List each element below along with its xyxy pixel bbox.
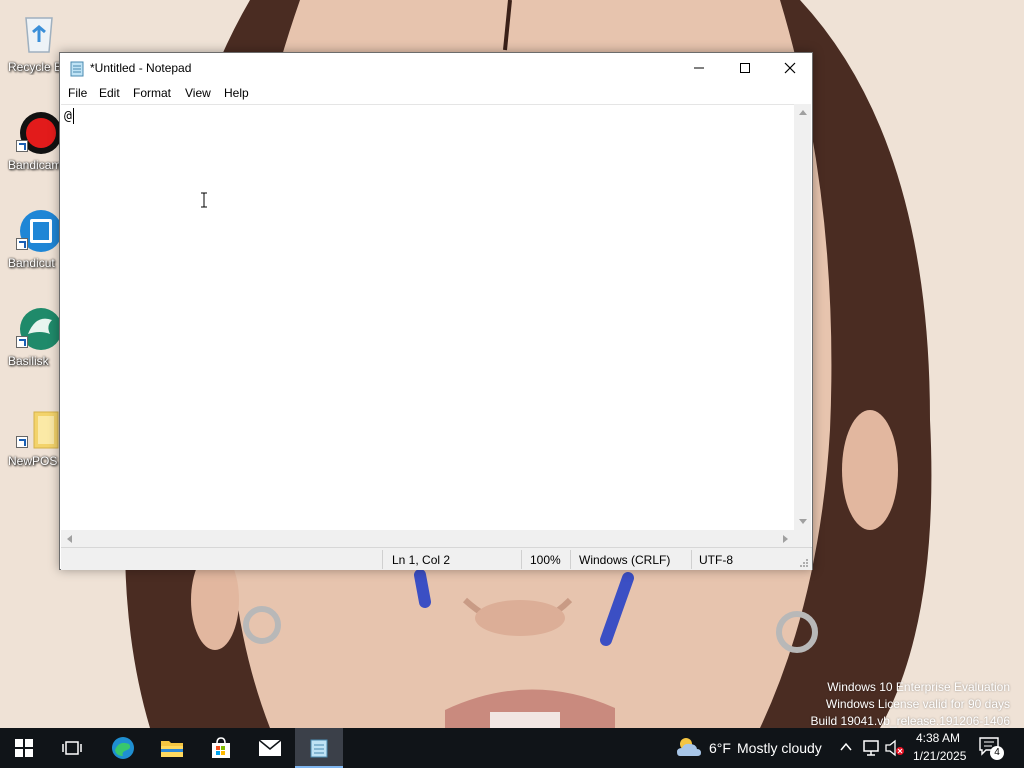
- scrollbar-corner: [794, 530, 811, 547]
- clock-time[interactable]: 4:38 AM: [916, 731, 960, 745]
- weather-cloudy-icon[interactable]: [676, 736, 702, 758]
- menu-edit[interactable]: Edit: [95, 85, 124, 102]
- menu-bar: File Edit Format View Help: [60, 83, 812, 103]
- title-bar[interactable]: *Untitled - Notepad: [60, 53, 812, 83]
- network-icon[interactable]: [862, 739, 880, 757]
- menu-help[interactable]: Help: [220, 85, 253, 102]
- mail-icon: [258, 739, 282, 756]
- taskbar-notepad-button[interactable]: [295, 728, 343, 768]
- folder-icon: [161, 741, 183, 757]
- start-button[interactable]: [0, 728, 48, 768]
- close-icon: [784, 62, 796, 74]
- notification-count-badge: 4: [990, 746, 1004, 760]
- edge-browser-icon: [112, 737, 134, 759]
- status-encoding: UTF-8: [699, 553, 733, 567]
- shortcut-arrow-icon: [16, 336, 28, 348]
- taskbar: 6°F Mostly cloudy 4:38 AM 1/21/2025 4: [0, 728, 1024, 768]
- chevron-up-icon: [798, 110, 807, 115]
- chevron-down-icon: [798, 519, 807, 524]
- status-line-ending: Windows (CRLF): [579, 553, 671, 567]
- task-view-button[interactable]: [48, 728, 96, 768]
- activation-watermark-line3: Build 19041.vb_release.191206-1406: [810, 714, 1011, 728]
- resize-grip-icon[interactable]: [799, 558, 809, 568]
- taskbar-mail-button[interactable]: [246, 728, 294, 768]
- horizontal-scrollbar[interactable]: [61, 530, 794, 547]
- weather-description[interactable]: Mostly cloudy: [737, 740, 822, 756]
- activation-watermark-line1: Windows 10 Enterprise Evaluation: [827, 680, 1010, 694]
- scroll-up-button[interactable]: [794, 104, 811, 121]
- clock-date[interactable]: 1/21/2025: [913, 749, 966, 763]
- editor-text: @: [64, 109, 72, 124]
- chevron-left-icon: [67, 534, 72, 543]
- status-separator: [521, 550, 522, 569]
- volume-muted-icon[interactable]: [885, 739, 905, 757]
- taskbar-edge-button[interactable]: [99, 728, 147, 768]
- store-bag-icon: [212, 737, 230, 758]
- scroll-down-button[interactable]: [794, 513, 811, 530]
- menu-format[interactable]: Format: [129, 85, 175, 102]
- minimize-button[interactable]: [676, 53, 722, 83]
- text-caret: [73, 108, 74, 124]
- windows-logo-icon: [15, 739, 33, 757]
- shortcut-arrow-icon: [16, 238, 28, 250]
- maximize-button[interactable]: [722, 53, 768, 83]
- status-cursor-position: Ln 1, Col 2: [392, 553, 451, 567]
- menu-view[interactable]: View: [181, 85, 215, 102]
- scroll-right-button[interactable]: [777, 530, 794, 547]
- vertical-scrollbar[interactable]: [794, 104, 811, 530]
- minimize-icon: [694, 67, 704, 69]
- activation-watermark-line2: Windows License valid for 90 days: [825, 697, 1010, 711]
- weather-temperature[interactable]: 6°F: [709, 740, 731, 756]
- status-separator: [691, 550, 692, 569]
- status-separator: [382, 550, 383, 569]
- shortcut-arrow-icon: [16, 140, 28, 152]
- status-bar: Ln 1, Col 2 100% Windows (CRLF) UTF-8: [61, 547, 812, 570]
- ibeam-cursor-icon: [201, 192, 207, 208]
- chevron-up-icon[interactable]: [840, 742, 852, 752]
- shortcut-arrow-icon: [16, 436, 28, 448]
- scroll-left-button[interactable]: [61, 530, 78, 547]
- maximize-icon: [740, 63, 750, 73]
- text-editor-area[interactable]: @: [61, 104, 794, 530]
- taskbar-store-button[interactable]: [197, 728, 245, 768]
- recycle-bin-icon: [25, 17, 53, 53]
- action-center-button[interactable]: 4: [978, 736, 1004, 760]
- taskbar-file-explorer-button[interactable]: [148, 728, 196, 768]
- status-separator: [570, 550, 571, 569]
- chevron-right-icon: [783, 534, 788, 543]
- notepad-icon: [70, 61, 84, 77]
- notepad-window[interactable]: *Untitled - Notepad File Edit Format Vie…: [59, 52, 813, 570]
- close-button[interactable]: [767, 53, 813, 83]
- status-zoom: 100%: [530, 553, 561, 567]
- notepad-icon: [310, 739, 328, 758]
- menu-file[interactable]: File: [64, 85, 91, 102]
- task-view-icon: [62, 741, 82, 755]
- window-title: *Untitled - Notepad: [90, 61, 192, 75]
